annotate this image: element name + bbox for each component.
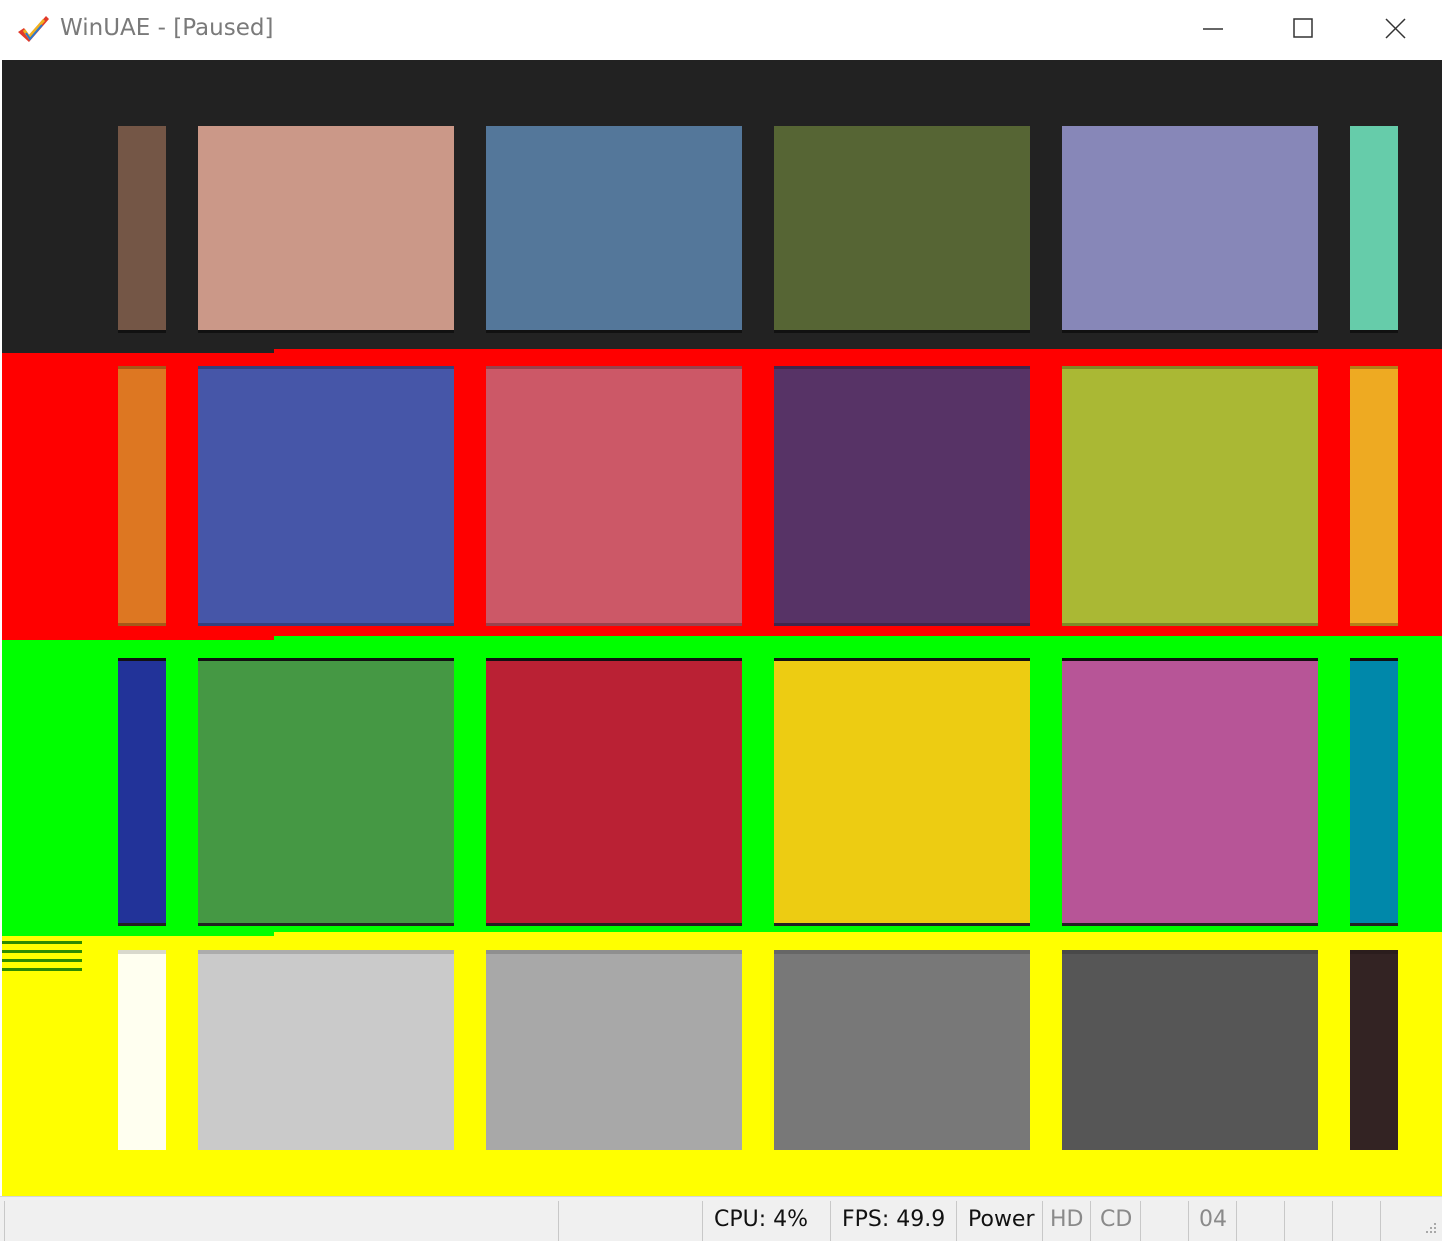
color-swatch bbox=[486, 126, 742, 333]
maximize-icon bbox=[1293, 18, 1313, 38]
color-swatch bbox=[774, 126, 1030, 333]
color-swatch bbox=[118, 658, 166, 926]
maximize-button[interactable] bbox=[1258, 0, 1350, 60]
title-bar[interactable]: WinUAE - [Paused] bbox=[0, 0, 1442, 60]
color-swatch bbox=[774, 658, 1030, 926]
close-button[interactable] bbox=[1350, 0, 1442, 60]
color-swatch bbox=[198, 658, 454, 926]
band-edge-notch bbox=[274, 636, 1442, 640]
cpu-usage: CPU: 4% bbox=[714, 1207, 809, 1232]
color-swatch bbox=[1350, 950, 1398, 1150]
minimize-button[interactable] bbox=[1168, 0, 1260, 60]
resize-grip-icon[interactable] bbox=[1422, 1221, 1438, 1237]
band-edge-notch bbox=[274, 932, 1442, 936]
color-swatch bbox=[1350, 366, 1398, 626]
hd-led[interactable]: HD bbox=[1050, 1207, 1083, 1232]
color-swatch bbox=[1062, 366, 1318, 626]
color-swatch bbox=[1350, 126, 1398, 333]
close-icon bbox=[1385, 18, 1406, 39]
scanline-stripes bbox=[2, 941, 82, 971]
color-swatch bbox=[118, 366, 166, 626]
color-swatch bbox=[486, 658, 742, 926]
cd-led[interactable]: CD bbox=[1100, 1207, 1132, 1232]
color-swatch bbox=[118, 126, 166, 333]
color-swatch bbox=[1062, 658, 1318, 926]
color-swatch bbox=[774, 366, 1030, 626]
emulator-display[interactable] bbox=[2, 60, 1442, 1196]
color-swatch bbox=[198, 126, 454, 333]
color-swatch bbox=[774, 950, 1030, 1150]
color-swatch bbox=[1062, 950, 1318, 1150]
color-swatch bbox=[486, 950, 742, 1150]
minimize-icon bbox=[1203, 28, 1223, 30]
color-swatch bbox=[1350, 658, 1398, 926]
color-swatch bbox=[486, 366, 742, 626]
color-swatch bbox=[1062, 126, 1318, 333]
fps-counter: FPS: 49.9 bbox=[842, 1207, 946, 1232]
window-title: WinUAE - [Paused] bbox=[60, 15, 274, 41]
band-edge-notch bbox=[274, 349, 1442, 353]
power-led[interactable]: Power bbox=[968, 1207, 1035, 1232]
color-swatch bbox=[198, 950, 454, 1150]
floppy-track-counter[interactable]: 04 bbox=[1199, 1207, 1227, 1232]
status-bar: CPU: 4% FPS: 49.9 Power HD CD 04 bbox=[0, 1196, 1442, 1241]
color-swatch bbox=[118, 950, 166, 1150]
color-swatch bbox=[198, 366, 454, 626]
winuae-checkmark-icon bbox=[16, 14, 50, 44]
